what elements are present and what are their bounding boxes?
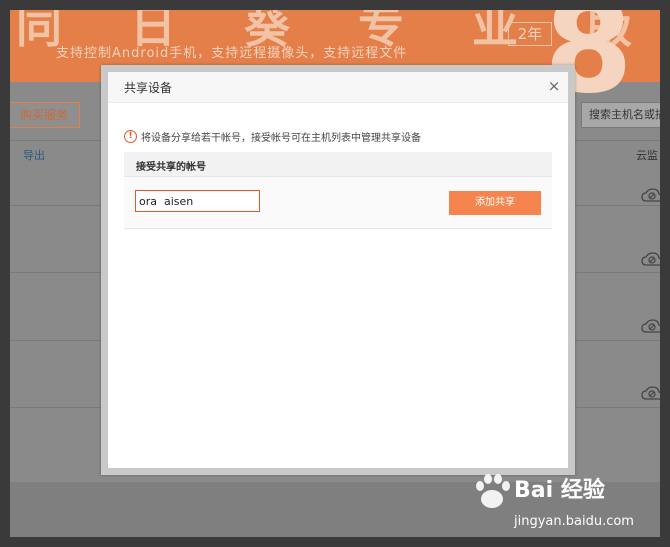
cloud-monitor-column-header: 云监 [636, 149, 658, 162]
cloud-off-icon[interactable] [641, 188, 660, 202]
cloud-off-icon[interactable] [641, 386, 660, 400]
share-device-dialog: 共享设备 × ! 将设备分享给若干帐号，接受帐号可在主机列表中管理共享设备 接受共… [108, 72, 568, 468]
watermark-brand: Bai 经验 [514, 478, 605, 503]
accounts-table-header: 接受共享的帐号 [124, 152, 552, 177]
close-icon[interactable]: × [546, 78, 562, 94]
cloud-off-icon[interactable] [641, 252, 660, 266]
dialog-title: 共享设备 [124, 81, 173, 95]
share-notice: ! 将设备分享给若干帐号，接受帐号可在主机列表中管理共享设备 [124, 126, 421, 144]
dialog-header: 共享设备 × [108, 72, 568, 103]
paw-logo-icon [476, 474, 510, 508]
banner-subtitle: 支持控制Android手机，支持远程摄像头，支持远程文件 [56, 46, 408, 61]
notice-text: 将设备分享给若干帐号，接受帐号可在主机列表中管理共享设备 [141, 133, 421, 144]
add-account-row: 添加共享 [124, 177, 552, 229]
export-link[interactable]: 导出 [23, 147, 45, 163]
watermark-url: jingyan.baidu.com [514, 514, 634, 529]
warning-icon: ! [124, 130, 137, 143]
buy-service-button[interactable]: 购买服务 [10, 102, 80, 128]
accounts-column-label: 接受共享的帐号 [136, 162, 206, 173]
baidu-jingyan-watermark: Bai 经验 jingyan.baidu.com [470, 472, 670, 542]
cloud-off-icon[interactable] [641, 319, 660, 333]
add-share-button[interactable]: 添加共享 [449, 191, 541, 215]
account-input[interactable] [135, 190, 260, 212]
host-search-input[interactable]: 搜索主机名或描 [581, 102, 660, 128]
